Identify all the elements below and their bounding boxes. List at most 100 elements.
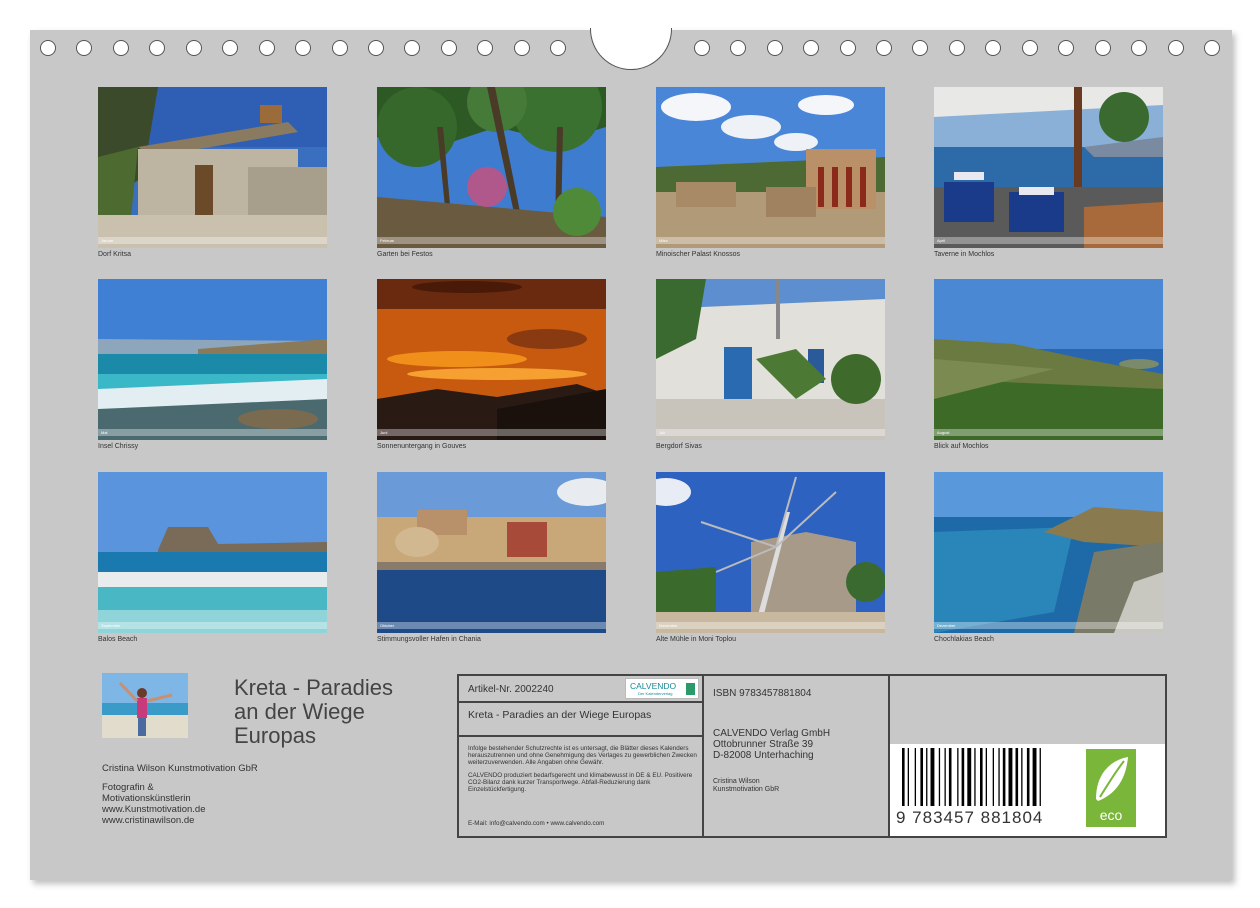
photo-caption: Minoischer Palast Knossos bbox=[656, 251, 740, 258]
photo-caption: Sonnenuntergang in Gouves bbox=[377, 443, 466, 450]
binding-hole bbox=[76, 40, 92, 56]
photo-juni: Juni bbox=[377, 279, 606, 440]
binding-hole bbox=[912, 40, 928, 56]
photo-caption: Taverne in Mochlos bbox=[934, 251, 994, 258]
month-label: Juni bbox=[380, 430, 387, 435]
month-label: März bbox=[659, 238, 668, 243]
month-label: April bbox=[937, 238, 945, 243]
author-website: www.Kunstmotivation.de bbox=[102, 804, 258, 815]
binding-hole bbox=[876, 40, 892, 56]
photo-caption: Blick auf Mochlos bbox=[934, 443, 988, 450]
photo-caption: Alte Mühle in Moni Toplou bbox=[656, 636, 736, 643]
photo-februar: Februar bbox=[377, 87, 606, 248]
photo-mai: Mai bbox=[98, 279, 327, 440]
title-line: Kreta - Paradies bbox=[234, 676, 434, 700]
binding-hole bbox=[149, 40, 165, 56]
info-column-article: Artikel-Nr. 2002240 CALVENDO Der Kalende… bbox=[459, 676, 704, 836]
author-name: Cristina Wilson Kunstmotivation GbR bbox=[102, 763, 258, 774]
binding-hole bbox=[1058, 40, 1074, 56]
author-line: Kunstmotivation GbR bbox=[713, 786, 779, 794]
binding-hole bbox=[332, 40, 348, 56]
binding-hole bbox=[1131, 40, 1147, 56]
binding-hole bbox=[1095, 40, 1111, 56]
month-label: September bbox=[101, 623, 121, 628]
author-block: Cristina Wilson Kunstmotivation GbR Foto… bbox=[102, 763, 258, 826]
photo-oktober: Oktober bbox=[377, 472, 606, 633]
binding-hole bbox=[985, 40, 1001, 56]
binding-hole bbox=[259, 40, 275, 56]
publisher-info-box: Artikel-Nr. 2002240 CALVENDO Der Kalende… bbox=[457, 674, 1167, 838]
photo-juli: Juli bbox=[656, 279, 885, 440]
calendar-title: Kreta - Paradies an der Wiege Europas bbox=[234, 676, 434, 748]
address-line: Ottobrunner Straße 39 bbox=[713, 739, 830, 750]
title-line: an der Wiege bbox=[234, 700, 434, 724]
contact-email: E-Mail: info@calvendo.com • www.calvendo… bbox=[468, 820, 604, 827]
photo-november: November bbox=[656, 472, 885, 633]
month-label: Mai bbox=[101, 430, 107, 435]
photo-caption: Balos Beach bbox=[98, 636, 137, 643]
month-label: Juli bbox=[659, 430, 665, 435]
logo-subtext: Der Kalenderverlag bbox=[638, 691, 672, 696]
calendar-name: Kreta - Paradies an der Wiege Europas bbox=[468, 709, 651, 721]
month-label: Januar bbox=[101, 238, 113, 243]
photo-september: September bbox=[98, 472, 327, 633]
logo-text: CALVENDO bbox=[630, 681, 676, 691]
binding-hole bbox=[113, 40, 129, 56]
binding-hole bbox=[477, 40, 493, 56]
photo-caption: Stimmungsvoller Hafen in Chania bbox=[377, 636, 481, 643]
barcode: 9 783457 881804 bbox=[896, 748, 1071, 828]
binding-hole bbox=[1204, 40, 1220, 56]
month-label: Dezember bbox=[937, 623, 955, 628]
photo-august: August bbox=[934, 279, 1163, 440]
info-column-barcode: 9 783457 881804 eco bbox=[890, 676, 1165, 836]
month-label: Februar bbox=[380, 238, 394, 243]
author-website: www.cristinawilson.de bbox=[102, 815, 258, 826]
photo-caption: Chochlakias Beach bbox=[934, 636, 994, 643]
binding-hole bbox=[730, 40, 746, 56]
binding-hole bbox=[949, 40, 965, 56]
photo-januar: Januar bbox=[98, 87, 327, 248]
author-credit: Cristina Wilson Kunstmotivation GbR bbox=[713, 778, 779, 794]
binding-hole bbox=[514, 40, 530, 56]
publisher-address: CALVENDO Verlag GmbH Ottobrunner Straße … bbox=[713, 728, 830, 761]
photo-caption: Bergdorf Sivas bbox=[656, 443, 702, 450]
photo-april: April bbox=[934, 87, 1163, 248]
info-column-publisher: ISBN 9783457881804 CALVENDO Verlag GmbH … bbox=[704, 676, 890, 836]
binding-hole bbox=[441, 40, 457, 56]
binding-hole bbox=[295, 40, 311, 56]
author-line: Cristina Wilson bbox=[713, 778, 779, 786]
photo-maerz: März bbox=[656, 87, 885, 248]
eco-badge: eco bbox=[1086, 749, 1136, 827]
month-label: November bbox=[659, 623, 677, 628]
title-line: Europas bbox=[234, 724, 434, 748]
legal-text: CALVENDO produziert bedarfsgerecht und k… bbox=[468, 772, 700, 794]
month-label: August bbox=[937, 430, 949, 435]
author-photo bbox=[102, 673, 188, 738]
photo-caption: Dorf Kritsa bbox=[98, 251, 131, 258]
binding-hole bbox=[840, 40, 856, 56]
article-number: Artikel-Nr. 2002240 bbox=[468, 684, 554, 695]
month-label: Oktober bbox=[380, 623, 394, 628]
binding-hole bbox=[368, 40, 384, 56]
legal-notice: Infolge bestehender Schutzrechte ist es … bbox=[468, 745, 700, 793]
photo-caption: Insel Chrissy bbox=[98, 443, 138, 450]
binding-hole bbox=[40, 40, 56, 56]
photo-dezember: Dezember bbox=[934, 472, 1163, 633]
binding-hole bbox=[404, 40, 420, 56]
legal-text: Infolge bestehender Schutzrechte ist es … bbox=[468, 745, 700, 767]
binding-hole bbox=[550, 40, 566, 56]
photo-caption: Garten bei Festos bbox=[377, 251, 433, 258]
binding-hole bbox=[694, 40, 710, 56]
eco-label: eco bbox=[1086, 807, 1136, 823]
isbn: ISBN 9783457881804 bbox=[713, 688, 811, 699]
binding-hole bbox=[803, 40, 819, 56]
hanger-notch bbox=[590, 28, 672, 70]
binding-hole bbox=[1168, 40, 1184, 56]
author-role: Fotografin & bbox=[102, 782, 258, 793]
calendar-back-sheet: Januar Dorf Kritsa Februar Garten bei Fe… bbox=[30, 30, 1232, 880]
calvendo-logo: CALVENDO Der Kalenderverlag bbox=[625, 678, 699, 699]
author-role: Motivationskünstlerin bbox=[102, 793, 258, 804]
binding-hole bbox=[222, 40, 238, 56]
binding-hole bbox=[186, 40, 202, 56]
address-line: D-82008 Unterhaching bbox=[713, 750, 830, 761]
